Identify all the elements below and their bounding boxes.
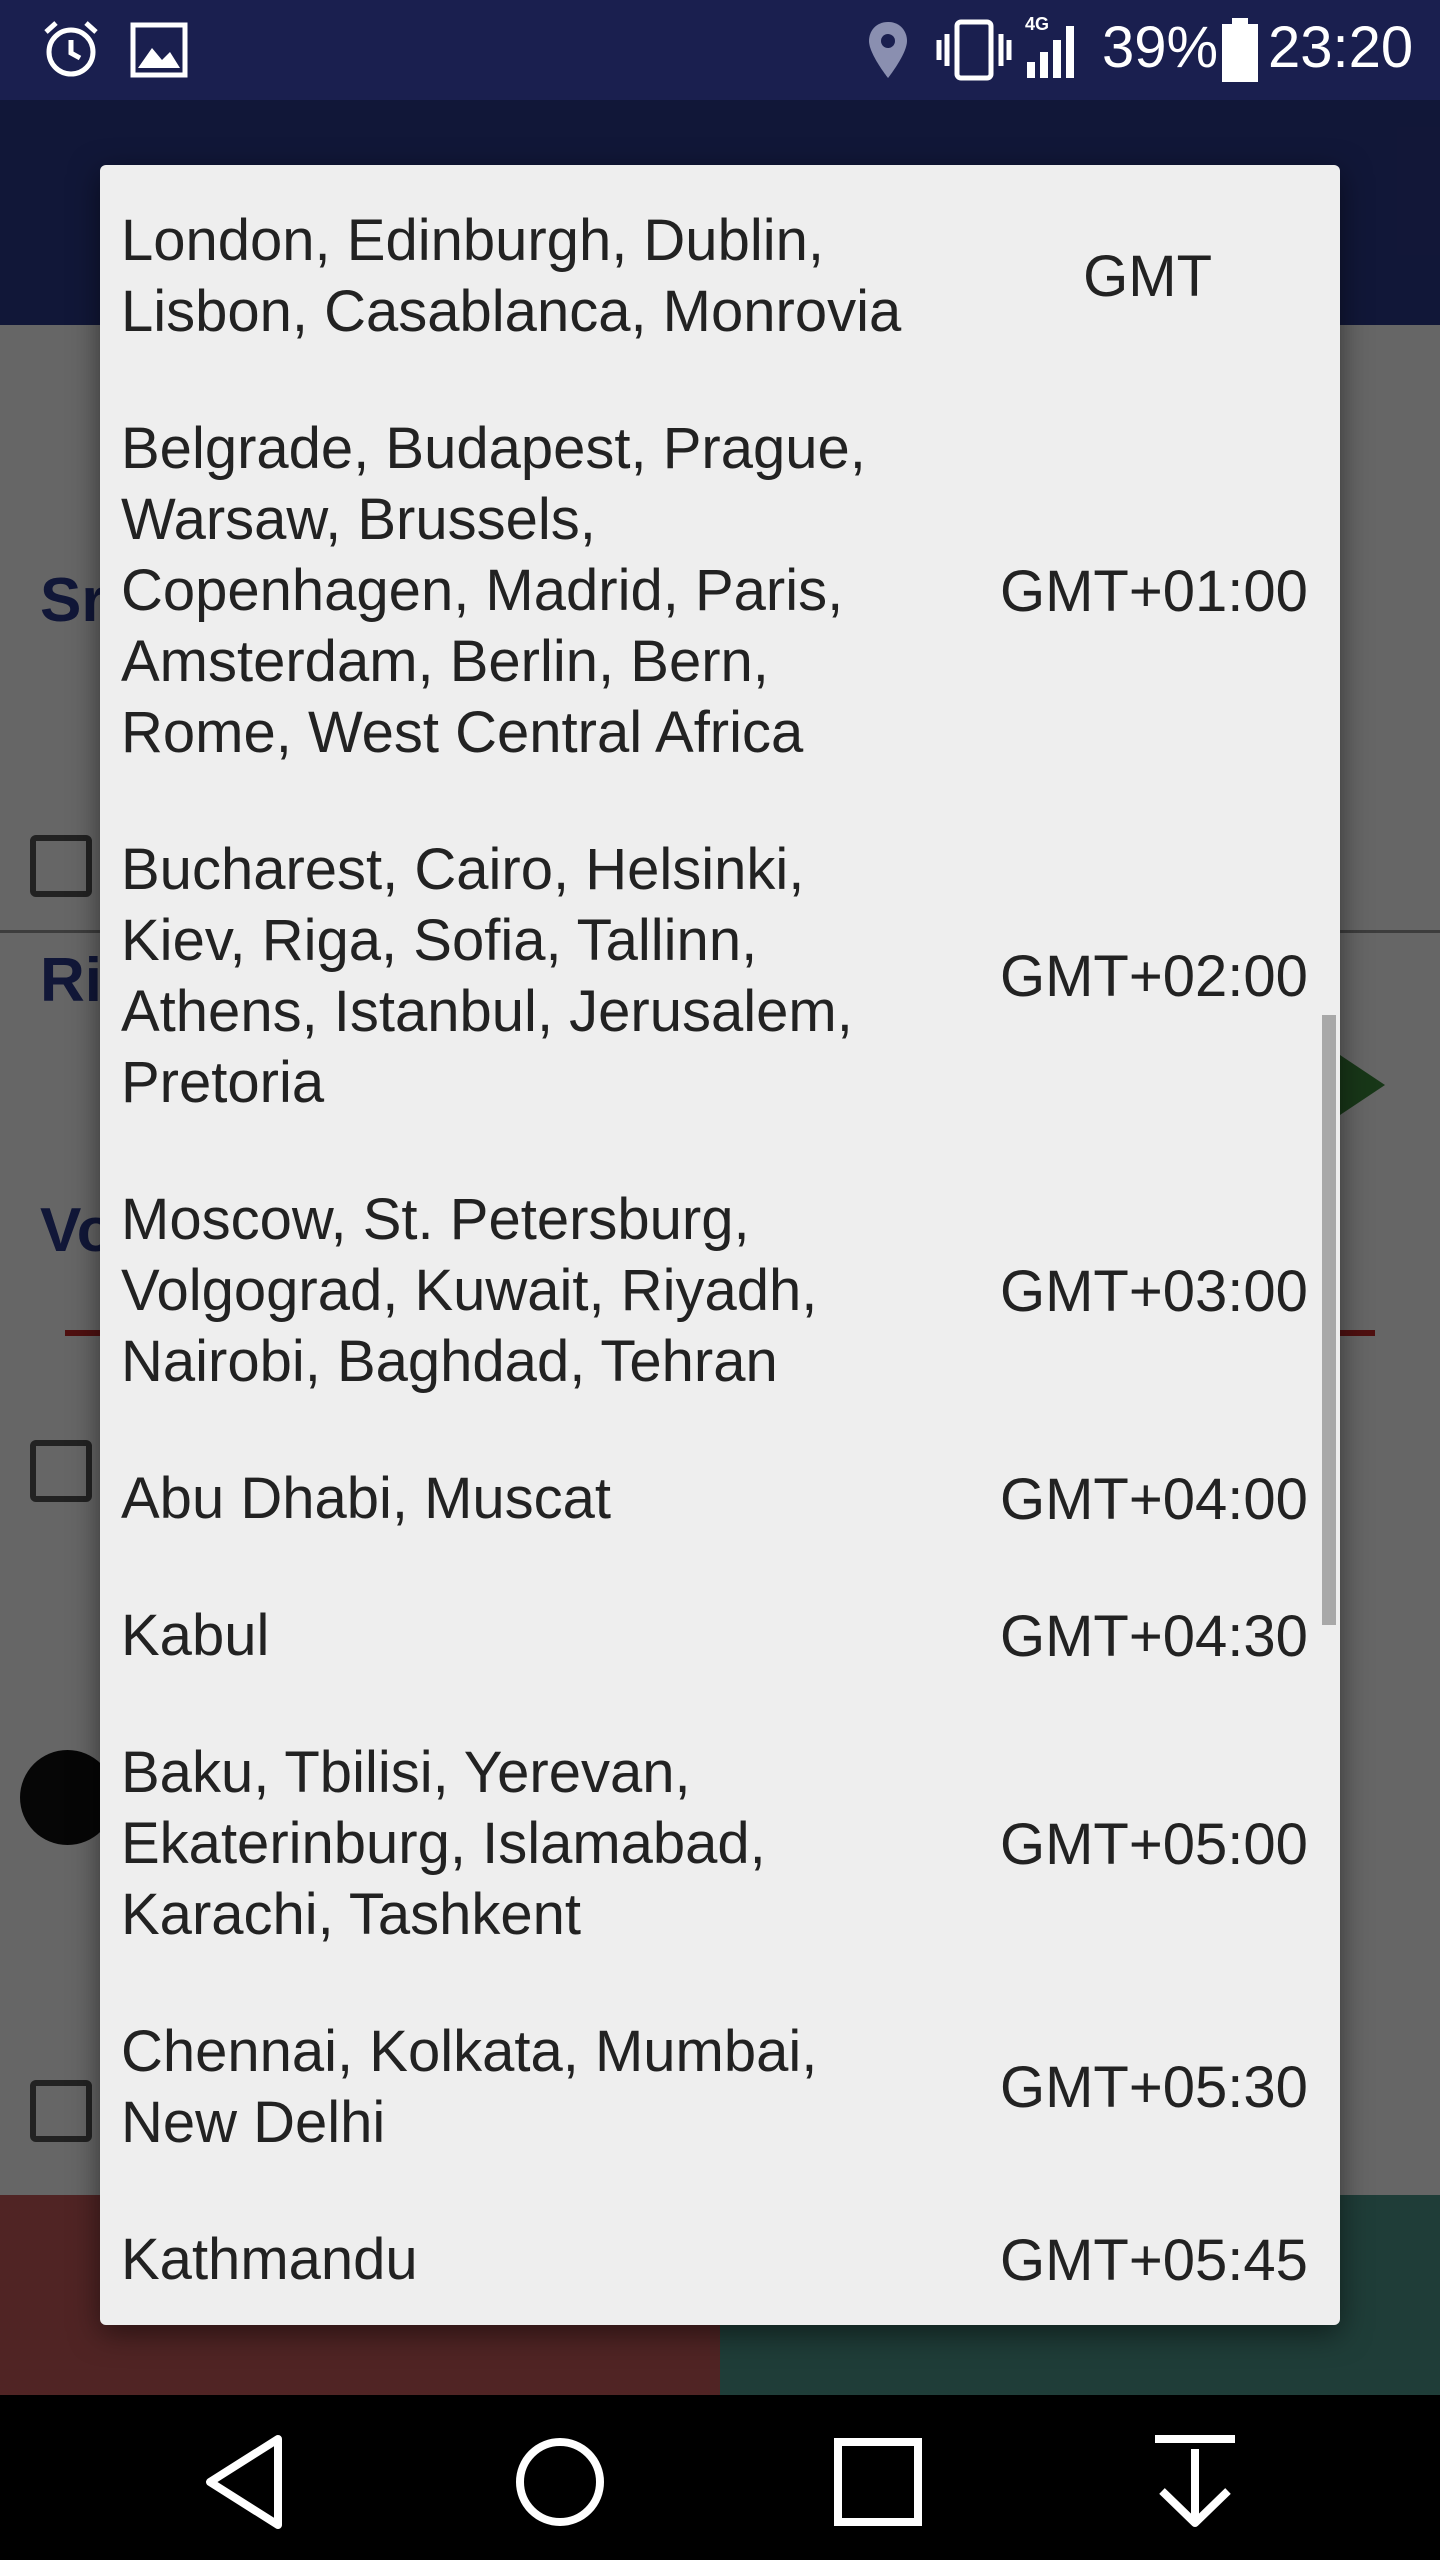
timezone-cities: Baku, Tbilisi, Yerevan, Ekaterinburg, Is… xyxy=(121,1740,766,1947)
timezone-offset: GMT+05:00 xyxy=(1000,1811,1308,1877)
timezone-option[interactable]: London, Edinburgh, Dublin, Lisbon, Casab… xyxy=(100,170,1340,382)
clock: 23:20 xyxy=(1268,15,1414,80)
timezone-cities: Chennai, Kolkata, Mumbai, New Delhi xyxy=(121,2019,818,2155)
timezone-cities: Bucharest, Cairo, Helsinki, Kiev, Riga, … xyxy=(121,837,853,1115)
vibrate-icon xyxy=(935,18,1013,87)
timezone-option[interactable]: Chennai, Kolkata, Mumbai, New Delhi GMT+0… xyxy=(100,1981,1340,2193)
battery-icon xyxy=(1222,18,1258,87)
timezone-option[interactable]: Belgrade, Budapest, Prague, Warsaw, Brus… xyxy=(100,378,1340,803)
network-label: 4G xyxy=(1025,14,1049,34)
back-icon[interactable] xyxy=(190,2427,300,2537)
timezone-cities: Belgrade, Budapest, Prague, Warsaw, Brus… xyxy=(121,416,866,765)
timezone-offset: GMT+03:00 xyxy=(1000,1258,1308,1324)
timezone-cities: Abu Dhabi, Muscat xyxy=(121,1466,612,1531)
navigation-bar xyxy=(0,2395,1440,2560)
timezone-cities: London, Edinburgh, Dublin, Lisbon, Casab… xyxy=(121,208,902,344)
timezone-offset: GMT+04:00 xyxy=(1000,1466,1308,1532)
battery-percent: 39% xyxy=(1102,15,1219,80)
timezone-offset: GMT+02:00 xyxy=(1000,944,1308,1009)
alarm-icon xyxy=(40,18,102,85)
timezone-offset: GMT+04:30 xyxy=(1000,1603,1308,1669)
timezone-dialog: London, Edinburgh, Dublin, Lisbon, Casab… xyxy=(100,165,1340,2325)
image-icon xyxy=(130,22,188,83)
timezone-offset: GMT+05:30 xyxy=(1000,2055,1308,2120)
timezone-offset: GMT+01:00 xyxy=(1000,558,1308,624)
signal-4g-icon: 4G xyxy=(1025,14,1081,85)
timezone-option[interactable]: Kabul GMT+04:30 xyxy=(100,1565,1340,1706)
scrollbar-thumb[interactable] xyxy=(1322,1015,1336,1625)
timezone-option[interactable]: Bucharest, Cairo, Helsinki, Kiev, Riga, … xyxy=(100,799,1340,1153)
timezone-option[interactable]: Baku, Tbilisi, Yerevan, Ekaterinburg, Is… xyxy=(100,1702,1340,1985)
timezone-cities: Kabul xyxy=(121,1603,270,1668)
timezone-cities: Moscow, St. Petersburg, Volgograd, Kuwai… xyxy=(121,1187,818,1394)
download-icon[interactable] xyxy=(1140,2427,1250,2537)
timezone-cities: Kathmandu xyxy=(121,2227,418,2292)
timezone-option[interactable]: Kathmandu GMT+05:45 xyxy=(100,2189,1340,2325)
status-bar: 4G 39% 23:20 xyxy=(0,0,1440,100)
recents-icon[interactable] xyxy=(823,2427,933,2537)
timezone-offset: GMT+05:45 xyxy=(1000,2227,1308,2293)
timezone-option[interactable]: Moscow, St. Petersburg, Volgograd, Kuwai… xyxy=(100,1149,1340,1432)
timezone-offset: GMT xyxy=(1083,244,1212,309)
timezone-option[interactable]: Abu Dhabi, Muscat GMT+04:00 xyxy=(100,1428,1340,1569)
home-icon[interactable] xyxy=(505,2427,615,2537)
location-icon xyxy=(866,20,910,85)
